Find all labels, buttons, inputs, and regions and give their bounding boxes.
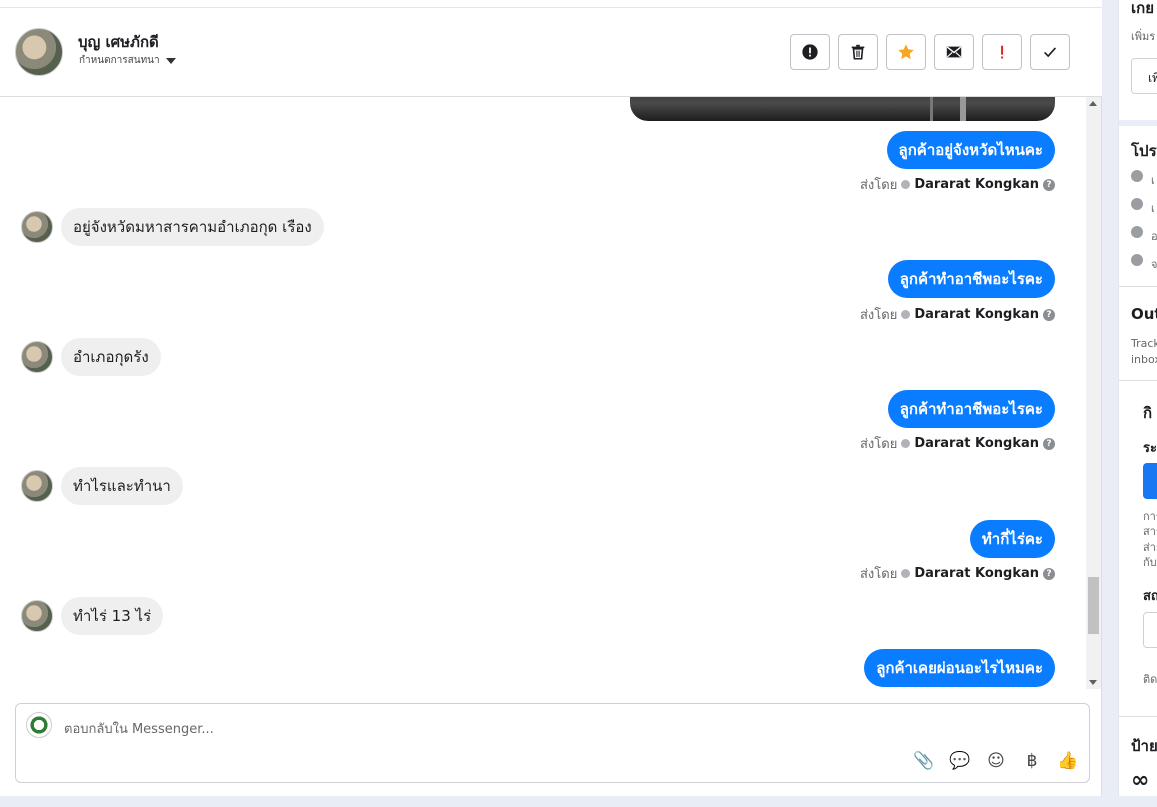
reply-input[interactable]: ตอบกลับใน Messenger... — [64, 718, 214, 739]
verified-icon — [901, 180, 911, 189]
delete-button[interactable] — [838, 34, 878, 70]
help-icon[interactable]: ? — [1043, 308, 1055, 321]
message-thread[interactable]: ลูกค้าอยู่จังหวัดไหนคะ ส่งโดย Dararat Ko… — [0, 97, 1086, 689]
agent-name: Dararat Kongkan — [914, 177, 1039, 192]
sent-by-line: ส่งโดย Dararat Kongkan ? — [860, 433, 1055, 454]
labels-section-title: ป้าย — [1131, 737, 1157, 755]
incoming-message[interactable]: อำเภอกุดรัง — [61, 338, 161, 376]
caret-down-icon — [165, 57, 176, 64]
page-avatar — [26, 712, 52, 738]
sent-by-label: ส่งโดย — [859, 308, 898, 323]
photo-attachment[interactable] — [630, 97, 1055, 121]
agent-name: Dararat Kongkan — [914, 566, 1039, 581]
checkmark-icon — [1044, 47, 1057, 58]
help-icon[interactable]: ? — [1043, 437, 1055, 450]
outgoing-message[interactable]: ลูกค้าเคยผ่อนอะไรไหมคะ — [864, 649, 1055, 687]
activity-primary-button[interactable] — [1143, 463, 1157, 499]
profile-section-title: โปร — [1131, 142, 1157, 160]
sent-by-line: ส่งโดย Dararat Kongkan ? — [860, 563, 1055, 584]
contact-avatar-small[interactable] — [21, 600, 53, 632]
conversation-header: บุญ เศษภักดี กำหนดการสนทนา — [0, 8, 1102, 97]
verified-icon — [901, 569, 911, 578]
outgoing-message[interactable]: ลูกค้าอยู่จังหวัดไหนคะ — [886, 131, 1055, 169]
envelope-icon — [946, 46, 962, 58]
panel-top-edge — [0, 0, 1102, 8]
incoming-message-row: ทำไร่ 13 ไร่ — [21, 597, 164, 635]
help-icon[interactable]: ? — [1043, 178, 1055, 191]
outgoing-message[interactable]: ลูกค้าทำอาชีพอะไรคะ — [887, 260, 1055, 298]
outgoing-message[interactable]: ทำกี่ไร่คะ — [969, 520, 1055, 558]
message-scrollbar[interactable] — [1086, 97, 1101, 689]
sent-by-label: ส่งโดย — [859, 567, 898, 582]
status-label: สถ — [1143, 589, 1157, 604]
sent-by-label: ส่งโดย — [859, 178, 898, 193]
contact-avatar-small[interactable] — [21, 470, 53, 502]
sent-by-line: ส่งโดย Dararat Kongkan ? — [860, 304, 1055, 325]
emoji-icon[interactable]: ☺ — [985, 750, 1007, 772]
contact-avatar-small[interactable] — [21, 341, 53, 373]
reply-composer[interactable]: ตอบกลับใน Messenger... 📎 💬 ☺ ฿ 👍 — [15, 703, 1090, 783]
sent-by-label: ส่งโดย — [859, 437, 898, 452]
contact-avatar[interactable] — [15, 28, 63, 76]
mark-spam-button[interactable] — [790, 34, 830, 70]
baht-icon[interactable]: ฿ — [1021, 750, 1043, 772]
conversation-actions — [790, 34, 1070, 70]
exclamation-icon — [1001, 45, 1004, 59]
add-button[interactable]: เพิ — [1131, 58, 1157, 94]
incoming-message-row: อำเภอกุดรัง — [21, 338, 161, 376]
contact-avatar-small[interactable] — [21, 211, 53, 243]
clock-icon — [1131, 170, 1143, 182]
status-input[interactable] — [1143, 612, 1157, 648]
agent-name: Dararat Kongkan — [914, 307, 1039, 322]
star-icon — [898, 44, 914, 60]
side-section-subtitle: เพิ่มร — [1131, 30, 1156, 43]
verified-icon — [901, 439, 911, 448]
assign-conversation-dropdown[interactable]: กำหนดการสนทนา — [79, 53, 176, 68]
scrollbar-thumb[interactable] — [1088, 577, 1099, 634]
meta-logo-icon: ∞ — [1131, 768, 1150, 793]
attach-icon[interactable]: 📎 — [913, 750, 935, 772]
outcomes-section-title: Out — [1131, 305, 1157, 323]
incoming-message[interactable]: ทำไร่ 13 ไร่ — [61, 597, 164, 635]
verified-icon — [901, 310, 911, 319]
agent-name: Dararat Kongkan — [914, 436, 1039, 451]
scroll-up-arrow-icon[interactable] — [1089, 101, 1097, 106]
activity-subtitle: ระ — [1143, 441, 1157, 456]
follow-up-button[interactable] — [982, 34, 1022, 70]
star-button[interactable] — [886, 34, 926, 70]
contact-name[interactable]: บุญ เศษภักดี — [78, 30, 159, 54]
exclamation-circle-icon — [802, 44, 818, 60]
incoming-message[interactable]: อยู่จังหวัดมหาสารคามอำเภอกุด เรือง — [61, 208, 324, 246]
incoming-message-row: ทำไรและทำนา — [21, 467, 183, 505]
composer-tools: 📎 💬 ☺ ฿ 👍 — [913, 750, 1079, 772]
side-section-title: เกย — [1131, 0, 1154, 17]
scroll-down-arrow-icon[interactable] — [1089, 680, 1097, 685]
incoming-message-row: อยู่จังหวัดมหาสารคามอำเภอกุด เรือง — [21, 208, 324, 246]
mark-done-button[interactable] — [1030, 34, 1070, 70]
mark-unread-button[interactable] — [934, 34, 974, 70]
sent-by-line: ส่งโดย Dararat Kongkan ? — [860, 174, 1055, 195]
conversation-panel: บุญ เศษภักดี กำหนดการสนทนา ลูกค้าอยู่จัง… — [0, 0, 1102, 796]
trash-icon — [851, 44, 865, 60]
incoming-message[interactable]: ทำไรและทำนา — [61, 467, 183, 505]
like-icon[interactable]: 👍 — [1057, 750, 1079, 772]
assign-label: กำหนดการสนทนา — [79, 55, 160, 66]
location-pin-icon — [1131, 254, 1143, 266]
education-icon — [1131, 198, 1143, 210]
details-side-panel: เกย เพิ่มร เพิ โปร เ เ อ จ Out Track inb… — [1118, 0, 1157, 796]
outgoing-message[interactable]: ลูกค้าทำอาชีพอะไรคะ — [887, 390, 1055, 428]
saved-reply-icon[interactable]: 💬 — [949, 750, 971, 772]
activity-section-title: กิ — [1143, 404, 1153, 422]
location-pin-icon — [1131, 226, 1143, 238]
help-icon[interactable]: ? — [1043, 567, 1055, 580]
